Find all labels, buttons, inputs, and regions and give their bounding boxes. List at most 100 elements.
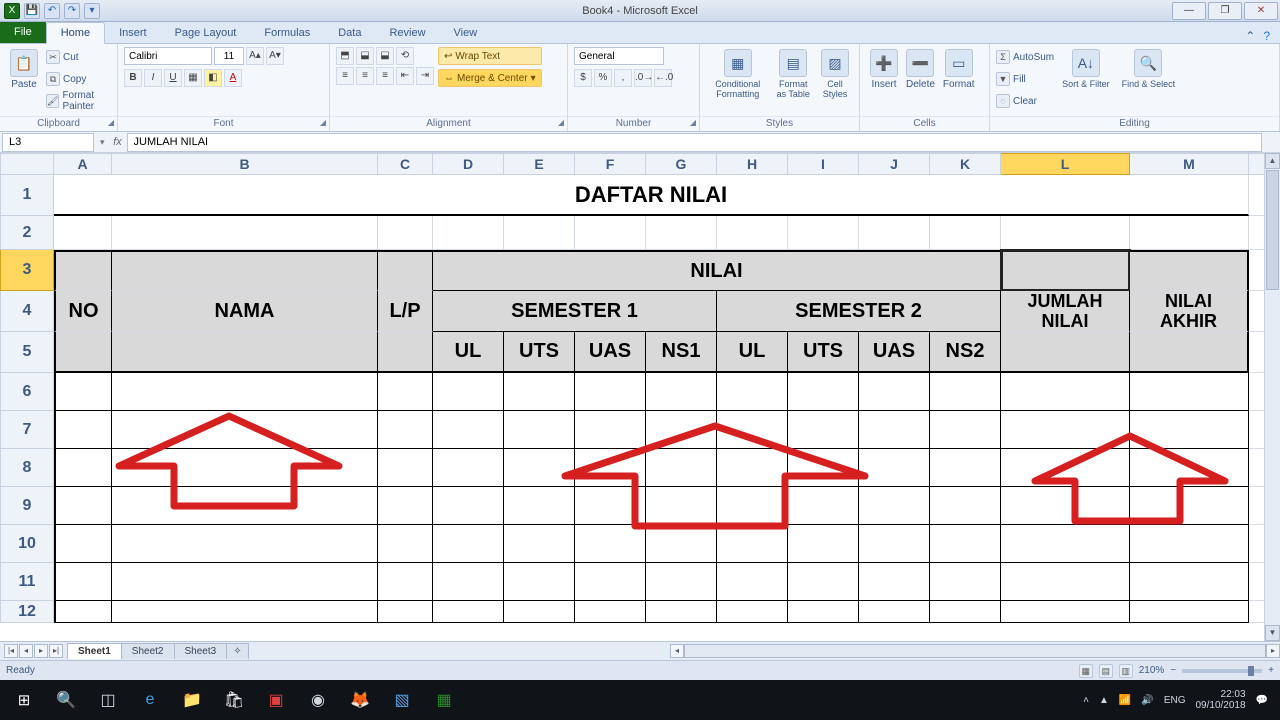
row-7[interactable]: 7 [0, 411, 54, 449]
cell[interactable] [378, 525, 433, 563]
cut-button[interactable]: ✂Cut [46, 47, 111, 67]
align-center-icon[interactable]: ≡ [356, 67, 374, 85]
explorer-icon[interactable]: 📁 [172, 684, 212, 716]
cell-jumlah[interactable]: JUMLAHNILAI [1001, 291, 1130, 332]
cell[interactable] [930, 525, 1001, 563]
scroll-down-icon[interactable]: ▼ [1265, 625, 1280, 641]
row-4[interactable]: 4 [0, 291, 54, 332]
zoom-in-icon[interactable]: + [1268, 665, 1274, 676]
cell[interactable] [54, 449, 112, 487]
col-M[interactable]: M [1130, 153, 1249, 175]
cell[interactable] [378, 373, 433, 411]
tab-view[interactable]: View [440, 23, 492, 43]
language-indicator[interactable]: ENG [1164, 695, 1186, 706]
firefox-icon[interactable]: 🦊 [340, 684, 380, 716]
cell[interactable] [54, 525, 112, 563]
col-L[interactable]: L [1001, 153, 1130, 175]
col-J[interactable]: J [859, 153, 930, 175]
align-right-icon[interactable]: ≡ [376, 67, 394, 85]
autosum-button[interactable]: ΣAutoSum [996, 47, 1054, 67]
tab-pagelayout[interactable]: Page Layout [161, 23, 251, 43]
align-middle-icon[interactable]: ⬓ [356, 47, 374, 65]
tab-home[interactable]: Home [46, 22, 105, 44]
scroll-left-icon[interactable]: ◂ [670, 644, 684, 658]
underline-button[interactable]: U [164, 69, 182, 87]
increase-decimal-icon[interactable]: .0→ [634, 69, 652, 87]
cell[interactable] [575, 601, 646, 623]
tray-up-icon[interactable]: ˄ [1083, 695, 1089, 706]
row-3[interactable]: 3 [0, 250, 54, 291]
help-icon[interactable]: ? [1263, 29, 1270, 43]
cell[interactable] [930, 373, 1001, 411]
cell[interactable] [646, 563, 717, 601]
close-button[interactable]: ✕ [1244, 2, 1278, 20]
cell[interactable] [433, 487, 504, 525]
cell-no[interactable]: NO [54, 291, 112, 332]
view-pagebreak-icon[interactable]: ▥ [1119, 664, 1133, 678]
copy-button[interactable]: ⧉Copy [46, 69, 111, 89]
redo-icon[interactable]: ↷ [64, 3, 80, 19]
cell[interactable] [433, 525, 504, 563]
cell[interactable] [54, 563, 112, 601]
row-8[interactable]: 8 [0, 449, 54, 487]
cell[interactable] [646, 601, 717, 623]
format-cells-button[interactable]: ▭Format [939, 47, 979, 92]
increase-font-icon[interactable]: A▴ [246, 47, 264, 65]
fill-color-button[interactable]: ◧ [204, 69, 222, 87]
col-D[interactable]: D [433, 153, 504, 175]
cell[interactable] [930, 563, 1001, 601]
cell-no-top[interactable] [54, 250, 112, 291]
store-icon[interactable]: 🛍 [214, 684, 254, 716]
cell-title[interactable]: DAFTAR NILAI [54, 175, 1249, 216]
wrap-text-button[interactable]: ↩Wrap Text [438, 47, 542, 65]
namebox-dropdown-icon[interactable]: ▾ [96, 137, 109, 148]
minimize-button[interactable]: — [1172, 2, 1206, 20]
notification-icon[interactable]: 💬 [1256, 695, 1268, 706]
cell[interactable] [433, 411, 504, 449]
edge-icon[interactable]: e [130, 684, 170, 716]
restore-button[interactable]: ❐ [1208, 2, 1242, 20]
sheet-nav-last-icon[interactable]: ▸| [49, 644, 63, 658]
cell-nilai[interactable]: NILAI [433, 250, 1001, 291]
font-launcher-icon[interactable]: ◢ [320, 118, 326, 127]
network-icon[interactable]: ▲ [1099, 695, 1109, 706]
italic-button[interactable]: I [144, 69, 162, 87]
cell-sem2[interactable]: SEMESTER 2 [717, 291, 1001, 332]
clipboard-launcher-icon[interactable]: ◢ [108, 118, 114, 127]
cell[interactable] [433, 449, 504, 487]
cell[interactable] [378, 487, 433, 525]
cell[interactable] [859, 373, 930, 411]
paste-button[interactable]: 📋 Paste [6, 47, 42, 92]
sheet-tab-3[interactable]: Sheet3 [174, 643, 228, 659]
col-E[interactable]: E [504, 153, 575, 175]
cell[interactable] [54, 487, 112, 525]
cell[interactable] [646, 373, 717, 411]
format-as-table-button[interactable]: ▤Format as Table [770, 47, 817, 101]
undo-icon[interactable]: ↶ [44, 3, 60, 19]
sort-filter-button[interactable]: A↓Sort & Filter [1058, 47, 1114, 91]
cell[interactable] [788, 601, 859, 623]
cell-jumlah-top[interactable] [1001, 250, 1130, 291]
cell[interactable] [930, 411, 1001, 449]
chrome-icon[interactable]: ◉ [298, 684, 338, 716]
cell[interactable] [930, 601, 1001, 623]
cell[interactable] [54, 373, 112, 411]
decrease-font-icon[interactable]: A▾ [266, 47, 284, 65]
new-sheet-icon[interactable]: ✧ [226, 643, 248, 659]
col-A[interactable]: A [54, 153, 112, 175]
merge-center-button[interactable]: ⇔Merge & Center▾ [438, 69, 542, 87]
number-format-input[interactable] [574, 47, 664, 65]
cell[interactable] [54, 601, 112, 623]
percent-icon[interactable]: % [594, 69, 612, 87]
cell[interactable] [930, 449, 1001, 487]
zoom-slider[interactable] [1182, 669, 1262, 673]
search-icon[interactable]: 🔍 [46, 684, 86, 716]
tab-formulas[interactable]: Formulas [250, 23, 324, 43]
cell[interactable] [112, 563, 378, 601]
decrease-indent-icon[interactable]: ⇤ [396, 67, 414, 85]
cell[interactable] [1130, 373, 1249, 411]
cell[interactable] [54, 411, 112, 449]
vertical-scrollbar[interactable]: ▲ ▼ [1264, 153, 1280, 641]
cell[interactable] [112, 373, 378, 411]
orientation-icon[interactable]: ⟲ [396, 47, 414, 65]
